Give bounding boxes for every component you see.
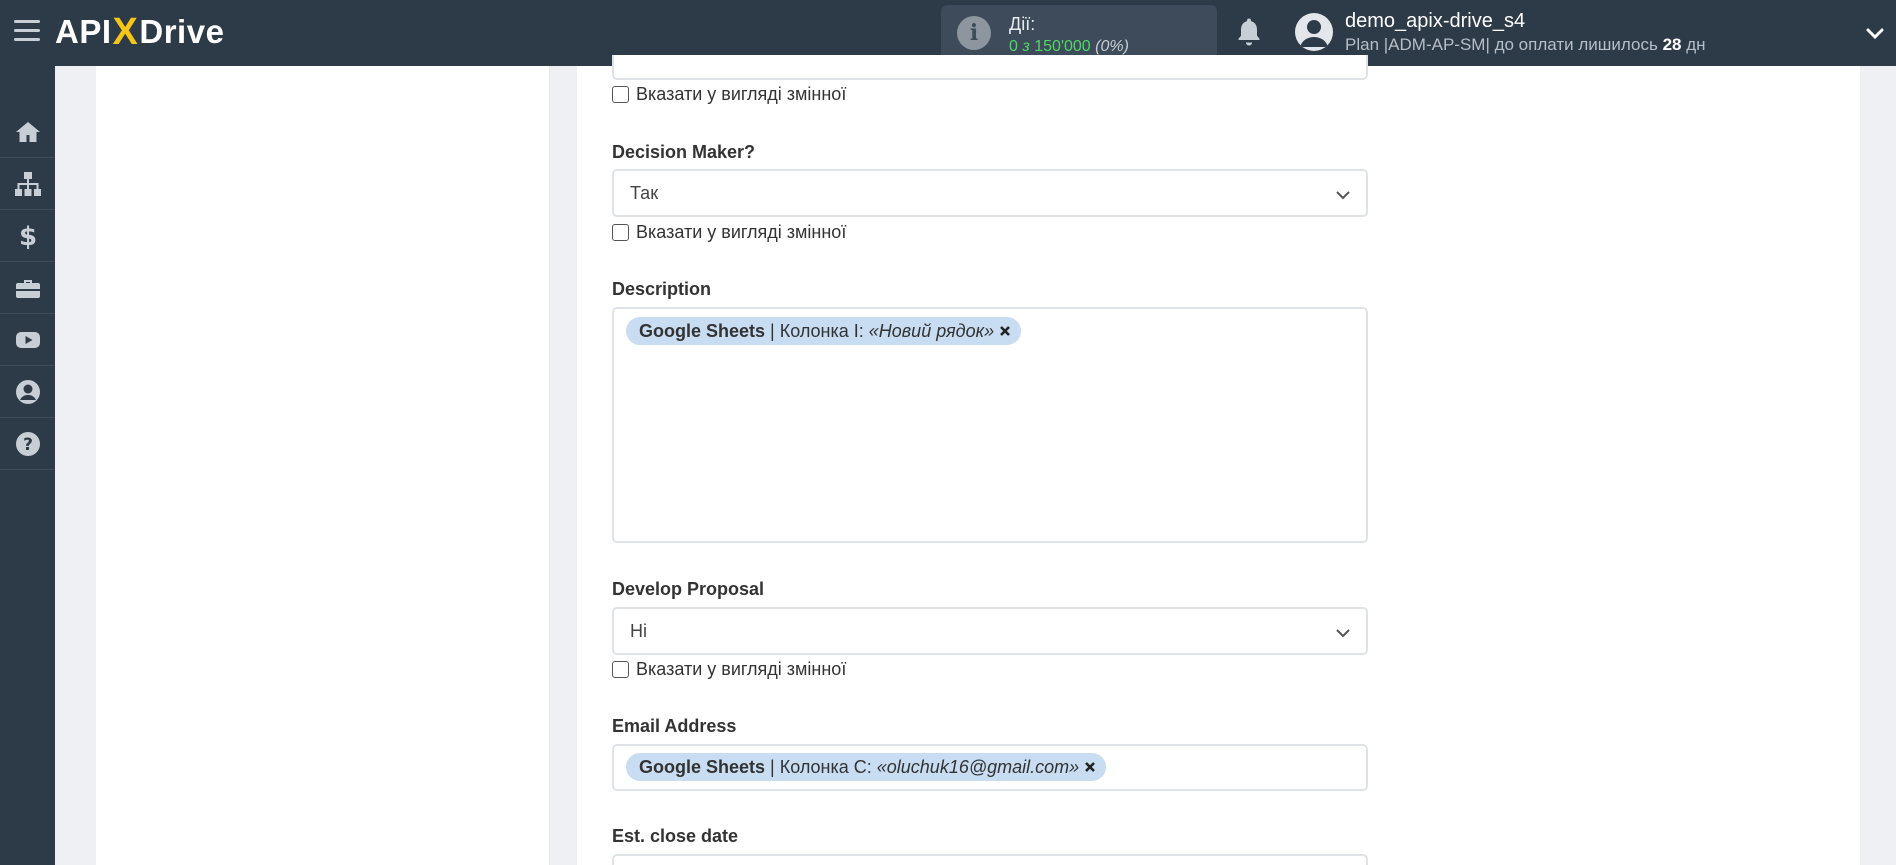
sidebar-item-services[interactable]	[0, 262, 55, 314]
est-close-date-input[interactable]	[612, 854, 1368, 865]
variable-checkbox-3[interactable]: Вказати у вигляді змінної	[612, 659, 846, 680]
develop-proposal-label: Develop Proposal	[612, 579, 765, 599]
email-address-label: Email Address	[612, 716, 737, 736]
bell-icon[interactable]	[1234, 16, 1264, 48]
decision-maker-label: Decision Maker?	[612, 142, 756, 162]
actions-count: 0 з 150'000 (0%)	[1009, 38, 1129, 55]
variable-checkbox-1[interactable]: Вказати у вигляді змінної	[612, 84, 846, 105]
user-avatar-icon[interactable]	[1295, 13, 1333, 51]
svg-text:$: $	[18, 222, 36, 250]
actions-counter[interactable]: i Дії: 0 з 150'000 (0%)	[941, 5, 1217, 60]
checkbox-label: Вказати у вигляді змінної	[636, 659, 847, 679]
hamburger-menu-icon[interactable]	[14, 20, 40, 44]
est-close-date-label: Est. close date	[612, 826, 739, 846]
close-icon[interactable]	[999, 325, 1011, 337]
actions-title: Дії:	[1009, 14, 1036, 34]
checkbox-label: Вказати у вигляді змінної	[636, 84, 847, 104]
svg-text:?: ?	[23, 435, 33, 455]
user-circle-icon	[15, 379, 40, 404]
decision-maker-select[interactable]: Так	[612, 169, 1368, 217]
sidebar-item-home[interactable]	[0, 106, 55, 158]
youtube-icon	[15, 331, 40, 348]
dollar-icon: $	[18, 222, 36, 250]
user-plan: Plan |ADM-AP-SM| до оплати лишилось 28 д…	[1345, 35, 1706, 54]
description-textarea[interactable]: Google Sheets | Колонка I: «Новий рядок»	[612, 307, 1368, 543]
sitemap-icon	[14, 171, 41, 196]
previous-field-input[interactable]	[612, 55, 1368, 80]
home-icon	[15, 121, 40, 142]
select-value: Так	[630, 183, 659, 203]
sidebar: $ ?	[0, 66, 55, 865]
sidebar-item-connections[interactable]	[0, 158, 55, 210]
checkbox-label: Вказати у вигляді змінної	[636, 222, 847, 242]
variable-tag[interactable]: Google Sheets | Колонка I: «Новий рядок»	[626, 317, 1022, 345]
chevron-down-icon	[1336, 191, 1350, 200]
briefcase-icon	[15, 279, 40, 298]
variable-checkbox-2[interactable]: Вказати у вигляді змінної	[612, 222, 846, 243]
develop-proposal-select[interactable]: Ні	[612, 607, 1368, 655]
close-icon[interactable]	[1084, 761, 1096, 773]
description-label: Description	[612, 279, 712, 299]
select-value: Ні	[630, 621, 647, 641]
question-icon: ?	[15, 431, 40, 456]
sidebar-item-account[interactable]	[0, 366, 55, 418]
email-address-input[interactable]: Google Sheets | Колонка C: «oluchuk16@gm…	[612, 744, 1368, 791]
apix-drive-logo[interactable]: API X Drive	[55, 10, 224, 54]
checkbox[interactable]	[612, 224, 629, 241]
sidebar-item-billing[interactable]: $	[0, 210, 55, 262]
checkbox[interactable]	[612, 86, 629, 103]
chevron-down-icon[interactable]	[1864, 22, 1886, 44]
sidebar-item-help[interactable]: ?	[0, 418, 55, 470]
checkbox[interactable]	[612, 661, 629, 678]
sidebar-item-video[interactable]	[0, 314, 55, 366]
info-icon: i	[957, 16, 991, 50]
user-name[interactable]: demo_apix-drive_s4	[1345, 10, 1525, 33]
chevron-down-icon	[1336, 629, 1350, 638]
left-panel	[96, 66, 550, 865]
variable-tag[interactable]: Google Sheets | Колонка C: «oluchuk16@gm…	[626, 753, 1107, 781]
